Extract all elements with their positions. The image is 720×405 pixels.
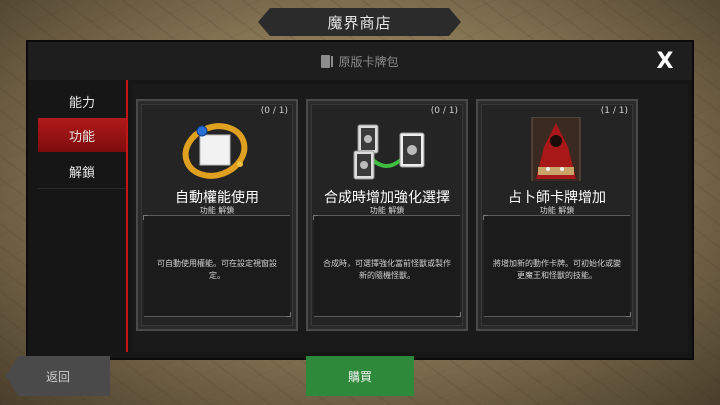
card-description: 合成時，可選擇強化當前怪獸或製作新的隨機怪獸。	[323, 259, 451, 280]
sidebar-divider	[38, 188, 126, 189]
card-merge-choice[interactable]: (0 / 1) 合成時增加強化選擇 功能 解鎖 合成時，可選擇強化當前怪獸或製作…	[306, 99, 468, 331]
sidebar-item-unlock[interactable]: 解鎖	[38, 154, 126, 188]
shop-window: 原版卡牌包 X 能力 功能 解鎖 (0 / 1) 自動權能使用 功能 解鎖 可自…	[28, 42, 692, 358]
sidebar-separator	[126, 80, 128, 352]
auto-ring-icon	[138, 117, 296, 181]
card-fortune-teller[interactable]: (1 / 1) 占卜師卡牌增加 功能 解鎖 將增加新的動作卡牌。可初始化或變更魔…	[476, 99, 638, 331]
card-title: 自動權能使用	[175, 190, 259, 206]
card-count: (1 / 1)	[600, 106, 628, 116]
card-list: (0 / 1) 自動權能使用 功能 解鎖 可自動使用權能。可在設定視窗設定。 (…	[132, 84, 688, 352]
window-header: 原版卡牌包	[28, 42, 692, 80]
back-button[interactable]: 返回	[6, 356, 110, 396]
sidebar-item-function[interactable]: 功能	[38, 118, 126, 152]
card-title: 合成時增加強化選擇	[324, 190, 450, 206]
card-title: 占卜師卡牌增加	[508, 190, 606, 206]
card-description: 將增加新的動作卡牌。可初始化或變更魔王和怪獸的技能。	[493, 259, 621, 280]
card-auto-skill[interactable]: (0 / 1) 自動權能使用 功能 解鎖 可自動使用權能。可在設定視窗設定。	[136, 99, 298, 331]
card-description: 可自動使用權能。可在設定視窗設定。	[157, 259, 277, 280]
card-count: (0 / 1)	[260, 106, 288, 116]
pack-title: 原版卡牌包	[338, 54, 399, 69]
card-description-box: 將增加新的動作卡牌。可初始化或變更魔王和怪獸的技能。	[483, 215, 631, 317]
card-count: (0 / 1)	[430, 106, 458, 116]
buy-button[interactable]: 購買	[306, 356, 414, 396]
card-pack-icon	[321, 54, 334, 68]
card-description-box: 可自動使用權能。可在設定視窗設定。	[143, 215, 291, 317]
page-title: 魔界商店	[258, 8, 461, 36]
merge-cards-icon	[308, 117, 466, 181]
fortune-teller-icon	[478, 116, 636, 184]
card-description-box: 合成時，可選擇強化當前怪獸或製作新的隨機怪獸。	[313, 215, 461, 317]
category-sidebar: 能力 功能 解鎖	[38, 84, 126, 354]
close-button[interactable]: X	[652, 48, 678, 74]
sidebar-item-ability[interactable]: 能力	[38, 84, 126, 118]
